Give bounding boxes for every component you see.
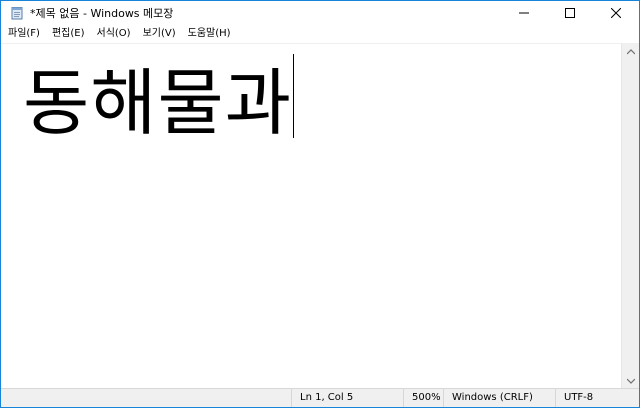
chevron-down-icon — [626, 378, 635, 384]
menu-help[interactable]: 도움말(H) — [182, 25, 237, 43]
menu-bar: 파일(F) 편집(E) 서식(O) 보기(V) 도움말(H) — [1, 25, 639, 43]
status-line-ending: Windows (CRLF) — [443, 389, 538, 407]
maximize-icon — [565, 8, 575, 18]
window-title: *제목 없음 - Windows 메모장 — [30, 7, 174, 20]
status-bar: Ln 1, Col 5 500% Windows (CRLF) UTF-8 — [1, 388, 639, 407]
text-caret — [292, 54, 294, 138]
notepad-window: *제목 없음 - Windows 메모장 파일(F) 편집(E) 서식(O) 보… — [0, 0, 640, 408]
window-controls — [501, 1, 639, 25]
menu-view[interactable]: 보기(V) — [137, 25, 182, 43]
status-cursor-position: Ln 1, Col 5 — [291, 389, 404, 407]
notepad-icon — [9, 5, 25, 21]
vertical-scrollbar[interactable] — [621, 43, 639, 389]
status-zoom: 500% — [403, 389, 442, 407]
close-icon — [611, 8, 621, 18]
status-encoding: UTF-8 — [555, 389, 624, 407]
minimize-icon — [519, 12, 529, 14]
editor-text: 동해물과 — [23, 61, 292, 145]
title-bar[interactable]: *제목 없음 - Windows 메모장 — [1, 1, 639, 25]
scroll-down-button[interactable] — [622, 372, 639, 389]
text-editor[interactable]: 동해물과 — [1, 43, 622, 390]
menu-file[interactable]: 파일(F) — [1, 25, 46, 43]
minimize-button[interactable] — [501, 1, 547, 25]
editor-content: 동해물과 — [23, 54, 294, 148]
menu-format[interactable]: 서식(O) — [91, 25, 137, 43]
chevron-up-icon — [626, 48, 635, 54]
close-button[interactable] — [593, 1, 639, 25]
menu-edit[interactable]: 편집(E) — [46, 25, 91, 43]
maximize-button[interactable] — [547, 1, 593, 25]
scroll-up-button[interactable] — [622, 43, 639, 60]
